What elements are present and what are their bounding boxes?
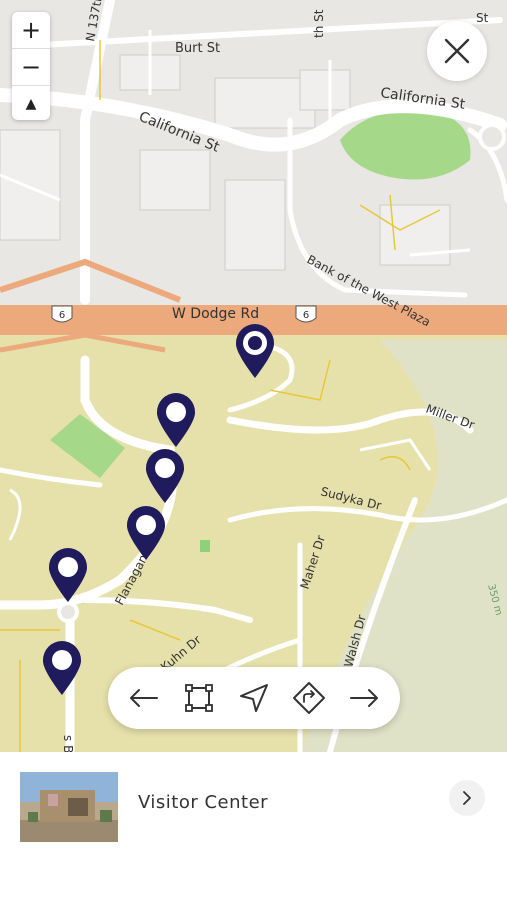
previous-button[interactable] [122,676,166,720]
street-label: s Blvd [61,735,75,752]
chevron-right-icon [463,791,471,805]
map-canvas[interactable]: 6 6 Burt St California St California St … [0,0,507,752]
navigate-icon [239,684,268,712]
place-thumbnail [20,772,118,842]
street-label: Burt St [175,41,220,56]
compass-button[interactable]: ▲ [12,86,50,122]
details-button[interactable] [449,780,485,816]
highway-shield-icon: 6 [51,305,73,323]
fit-bounds-button[interactable] [177,676,221,720]
zoom-in-button[interactable]: + [12,12,50,49]
close-button[interactable] [427,21,487,81]
svg-text:6: 6 [303,310,309,321]
map-toolbar [108,667,400,729]
highway-shield-icon: 6 [295,305,317,323]
svg-text:6: 6 [59,310,65,321]
directions-button[interactable] [287,676,331,720]
directions-icon [293,682,326,714]
close-icon [444,38,470,64]
arrow-right-icon [350,689,379,707]
arrow-left-icon [129,689,158,707]
place-info-card[interactable]: Visitor Center [0,752,507,900]
zoom-control: + − ▲ [12,12,50,120]
fit-bounds-icon [184,684,213,712]
place-name: Visitor Center [138,792,269,813]
zoom-out-button[interactable]: − [12,49,50,86]
street-label: W Dodge Rd [172,306,259,322]
compass-icon: ▲ [25,96,37,112]
navigate-button[interactable] [232,676,276,720]
next-button[interactable] [342,676,386,720]
street-label: th St [312,9,326,38]
street-label: St [476,11,489,25]
map-view[interactable]: 6 6 Burt St California St California St … [0,0,507,752]
